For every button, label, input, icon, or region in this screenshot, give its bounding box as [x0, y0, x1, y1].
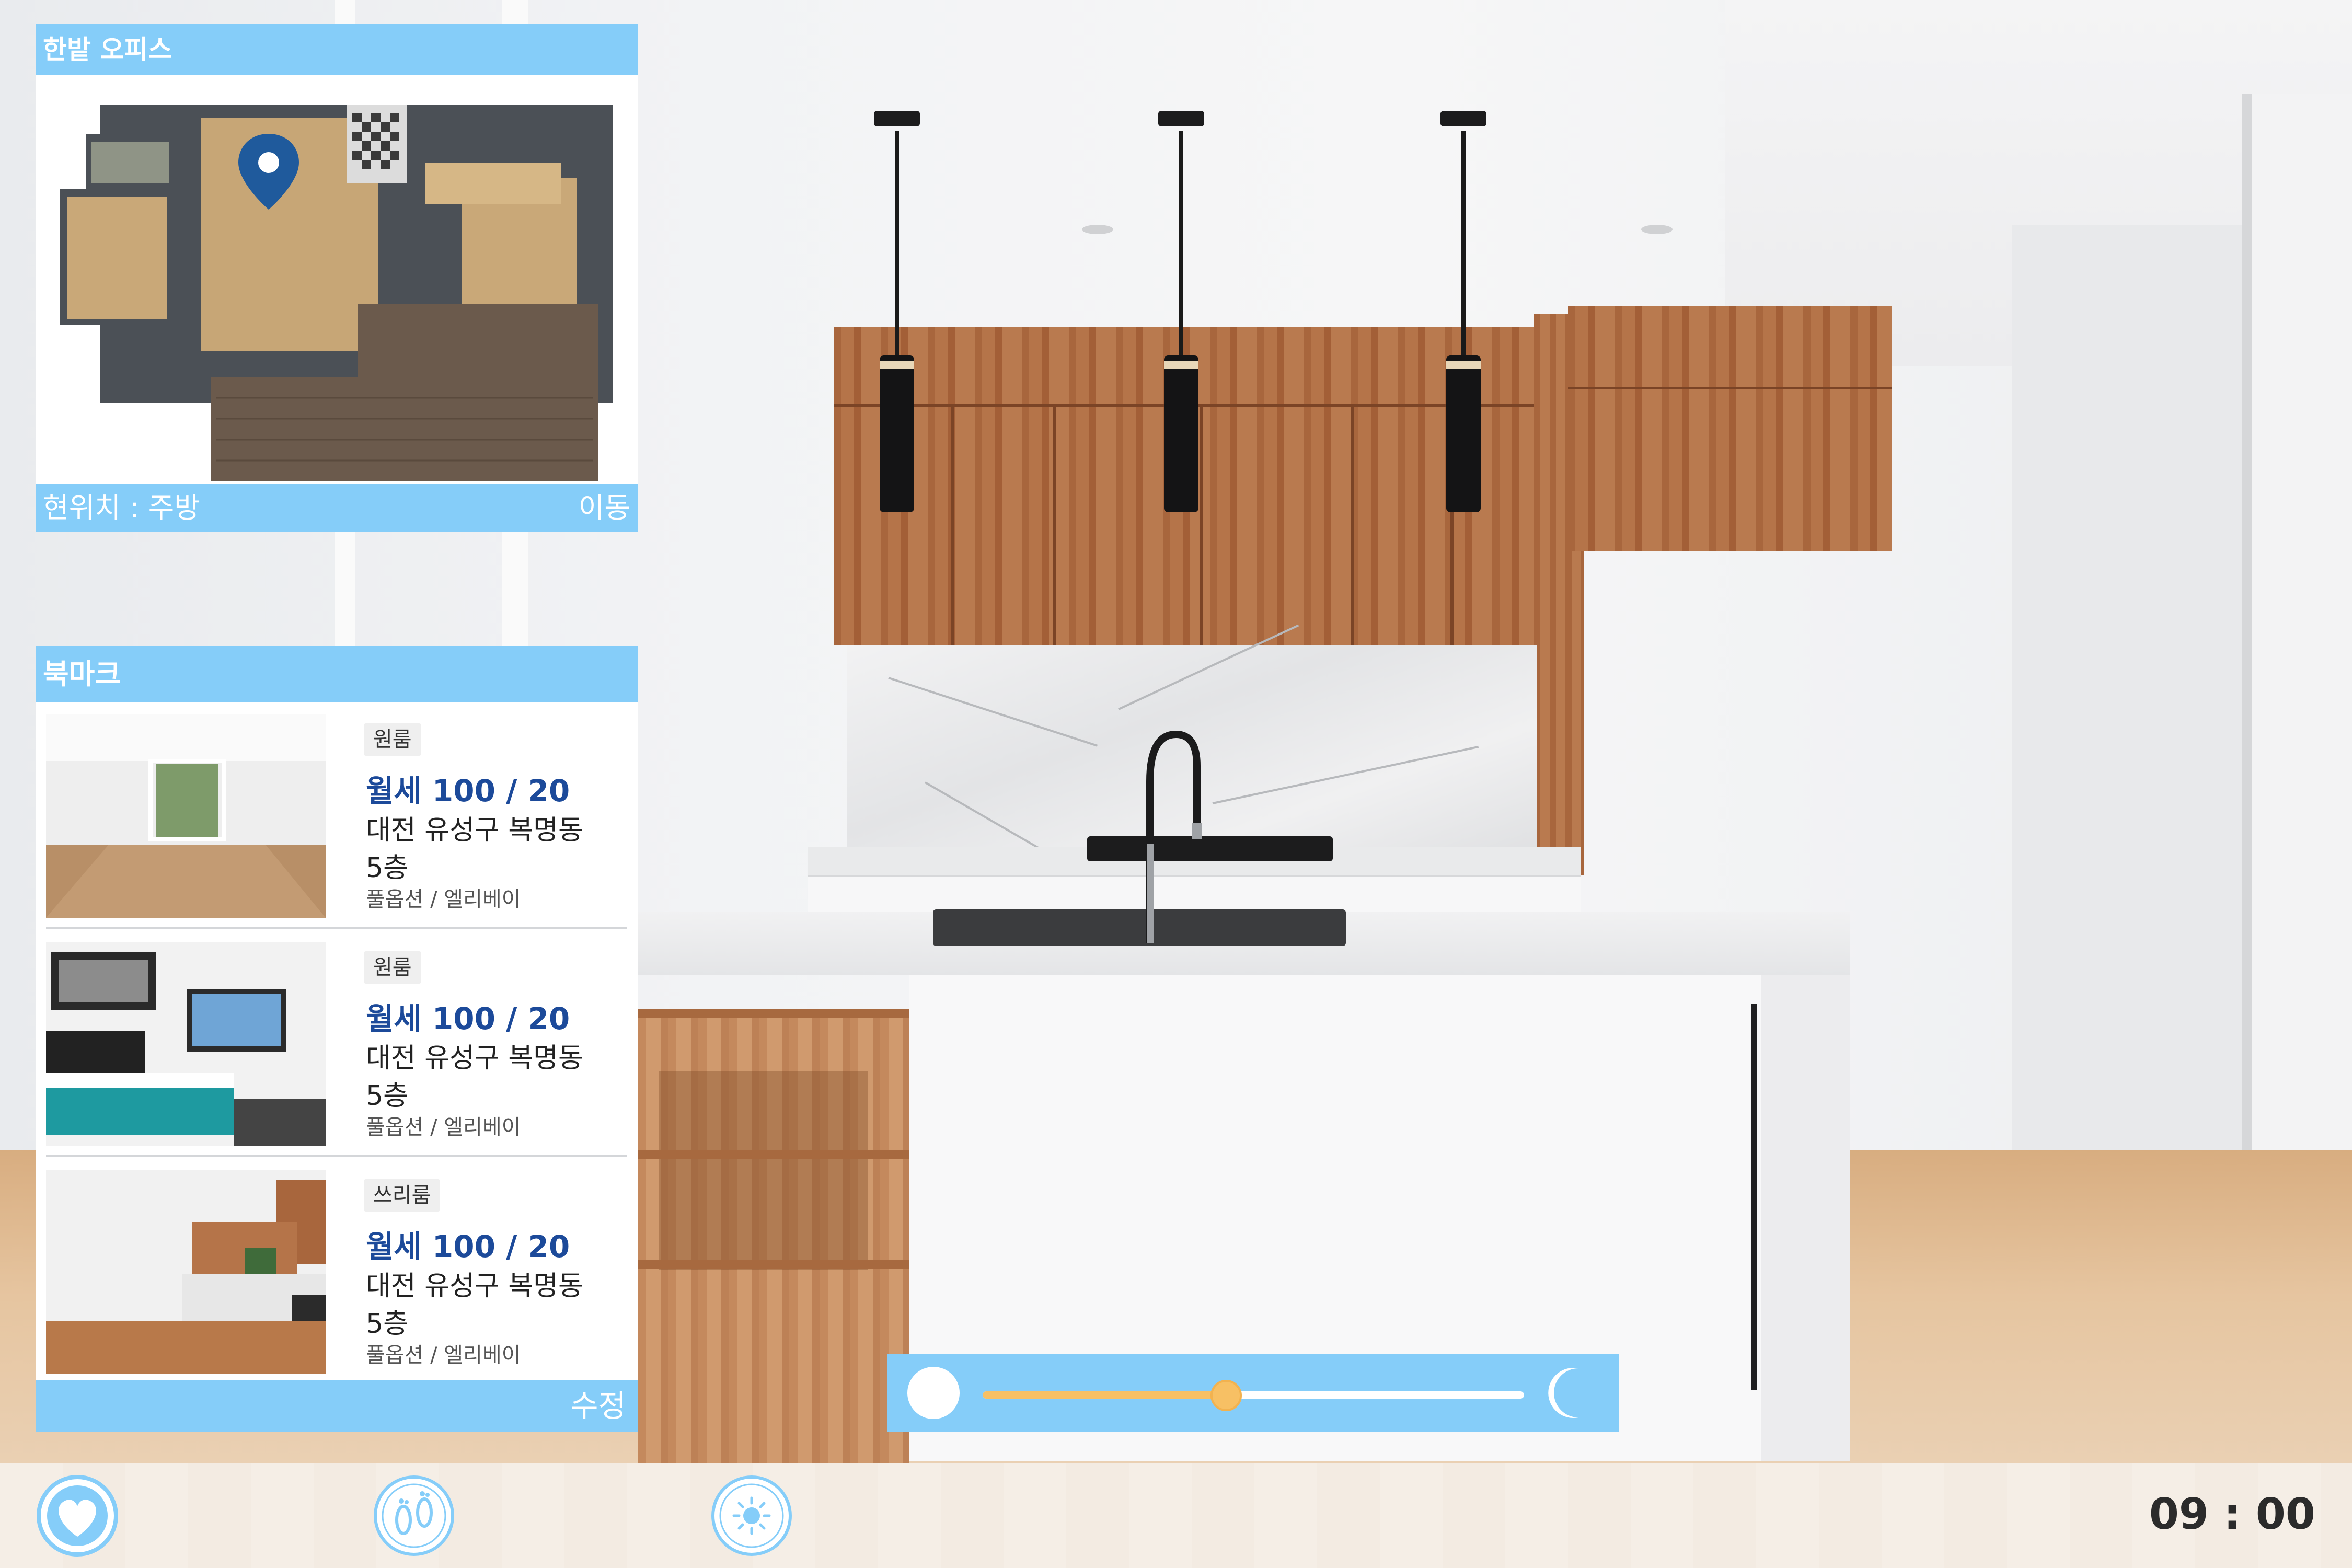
sun-icon	[907, 1367, 960, 1419]
bottom-toolbar: 09 : 00	[0, 1463, 2352, 1568]
listing-price: 월세 100 / 20	[366, 773, 570, 809]
island-side	[1761, 975, 1850, 1461]
slider-fill	[983, 1391, 1227, 1399]
bookmark-panel: 북마크 원룸 월세 100 / 20 대전 유성구 복명동 5층 풀옵션 / 엘…	[36, 646, 638, 1432]
slider-handle[interactable]	[1210, 1380, 1242, 1411]
pendant-cord	[1461, 131, 1466, 355]
listing-options: 풀옵션 / 엘리베이	[366, 1343, 521, 1367]
pendant-ring	[1164, 361, 1198, 369]
favorite-button[interactable]	[36, 1474, 119, 1558]
room-type-badge: 원룸	[364, 951, 421, 984]
walk-button[interactable]	[372, 1474, 456, 1558]
floorplan-footer: 현위치 : 주방 이동	[36, 484, 638, 532]
room-type-badge: 쓰리룸	[364, 1179, 441, 1212]
listing-options: 풀옵션 / 엘리베이	[366, 887, 521, 912]
pendant-light	[1164, 355, 1198, 512]
room-type-badge: 원룸	[364, 723, 421, 756]
time-of-day-slider[interactable]	[887, 1354, 1619, 1432]
move-button[interactable]: 이동	[579, 484, 630, 532]
side-wall	[2012, 225, 2253, 1296]
pendant-light	[880, 355, 914, 512]
floorplan-panel: 한밭 오피스 현위치: 주방 이동	[36, 24, 638, 532]
ceiling-light	[1082, 225, 1113, 234]
footprints-icon	[374, 1475, 454, 1556]
item-divider	[46, 927, 627, 929]
clock-display: 09 : 00	[2149, 1490, 2315, 1539]
pendant-cord	[895, 131, 899, 355]
listing-price: 월세 100 / 20	[366, 1229, 570, 1264]
moon-icon	[1548, 1368, 1578, 1418]
pendant-ring	[1446, 361, 1481, 369]
bookmark-item[interactable]: 쓰리룸 월세 100 / 20 대전 유성구 복명동 5층 풀옵션 / 엘리베이	[46, 1170, 627, 1389]
listing-address: 대전 유성구 복명동	[366, 1043, 583, 1074]
floorplan-title: 한밭 오피스	[36, 24, 638, 75]
pendant-cord	[1179, 131, 1183, 355]
listing-address: 대전 유성구 복명동	[366, 815, 583, 846]
listing-floor: 5층	[366, 852, 408, 884]
side-wall-face	[2247, 94, 2352, 1296]
listing-photo	[46, 942, 326, 1146]
brightness-icon	[711, 1475, 792, 1556]
edit-button[interactable]: 수정	[36, 1380, 638, 1432]
upper-cabinet-right	[1568, 306, 1892, 551]
island-gap	[1751, 1004, 1757, 1390]
listing-floor: 5층	[366, 1308, 408, 1340]
listing-photo	[46, 714, 326, 918]
pendant-cap	[874, 111, 920, 126]
slider-track[interactable]	[983, 1380, 1524, 1411]
bookmark-item[interactable]: 원룸 월세 100 / 20 대전 유성구 복명동 5층 풀옵션 / 엘리베이	[46, 942, 627, 1161]
pendant-cap	[1440, 111, 1486, 126]
pendant-light	[1446, 355, 1481, 512]
faucet	[1146, 730, 1202, 943]
bookmark-title: 북마크	[36, 646, 638, 702]
heart-icon	[37, 1475, 118, 1557]
floorplan-map[interactable]	[44, 84, 629, 494]
current-location-label: 현위치 : 주방	[43, 491, 200, 524]
bookmark-item[interactable]: 원룸 월세 100 / 20 대전 유성구 복명동 5층 풀옵션 / 엘리베이	[46, 714, 627, 933]
listing-address: 대전 유성구 복명동	[366, 1271, 583, 1302]
lighting-button[interactable]	[710, 1474, 793, 1558]
ceiling-light	[1641, 225, 1673, 234]
item-divider	[46, 1155, 627, 1157]
listing-price: 월세 100 / 20	[366, 1001, 570, 1036]
lower-cabinet	[638, 1009, 909, 1463]
pendant-ring	[880, 361, 914, 369]
cooktop	[1087, 836, 1333, 861]
listing-options: 풀옵션 / 엘리베이	[366, 1115, 521, 1139]
floorplan-image	[60, 105, 613, 481]
listing-floor: 5층	[366, 1080, 408, 1112]
listing-photo	[46, 1170, 326, 1374]
pendant-cap	[1158, 111, 1204, 126]
